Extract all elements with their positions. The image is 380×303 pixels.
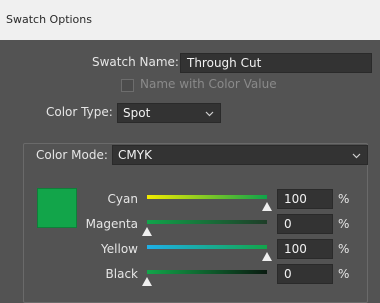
name-with-color-value-checkbox[interactable] (121, 79, 134, 92)
yellow-slider-thumb[interactable] (262, 252, 272, 261)
cyan-label: Cyan (107, 192, 138, 206)
black-value-input[interactable]: 0 (277, 264, 333, 284)
cyan-percent-label: % (338, 192, 350, 206)
magenta-label: Magenta (85, 217, 138, 231)
color-swatch-preview (37, 188, 77, 228)
color-type-select[interactable]: Spot (117, 103, 221, 123)
black-label: Black (105, 267, 138, 281)
chevron-down-icon (352, 153, 361, 159)
swatch-name-input[interactable]: Through Cut (180, 53, 372, 73)
yellow-percent-label: % (338, 242, 350, 256)
window-title: Swatch Options (6, 13, 92, 26)
cyan-slider-track[interactable] (147, 195, 267, 199)
black-slider-thumb[interactable] (142, 277, 152, 286)
chevron-down-icon (205, 111, 214, 117)
color-type-value: Spot (123, 106, 151, 120)
magenta-percent-label: % (338, 217, 350, 231)
color-mode-value: CMYK (118, 148, 152, 162)
color-mode-label: Color Mode: (34, 148, 110, 162)
black-percent-label: % (338, 267, 350, 281)
cyan-slider-thumb[interactable] (262, 202, 272, 211)
dialog-content: Swatch Name: Through Cut Name with Color… (0, 40, 380, 303)
title-bar: Swatch Options (0, 0, 380, 40)
magenta-value-input[interactable]: 0 (277, 214, 333, 234)
black-slider-track[interactable] (147, 270, 267, 274)
magenta-slider-track[interactable] (147, 220, 267, 224)
yellow-label: Yellow (101, 242, 138, 256)
color-mode-select[interactable]: CMYK (112, 145, 368, 165)
yellow-slider-track[interactable] (147, 245, 267, 249)
cyan-value-input[interactable]: 100 (277, 189, 333, 209)
color-type-label: Color Type: (46, 105, 113, 119)
name-with-color-value-label: Name with Color Value (140, 77, 277, 91)
magenta-slider-thumb[interactable] (142, 227, 152, 236)
swatch-name-label: Swatch Name: (92, 55, 179, 69)
yellow-value-input[interactable]: 100 (277, 239, 333, 259)
